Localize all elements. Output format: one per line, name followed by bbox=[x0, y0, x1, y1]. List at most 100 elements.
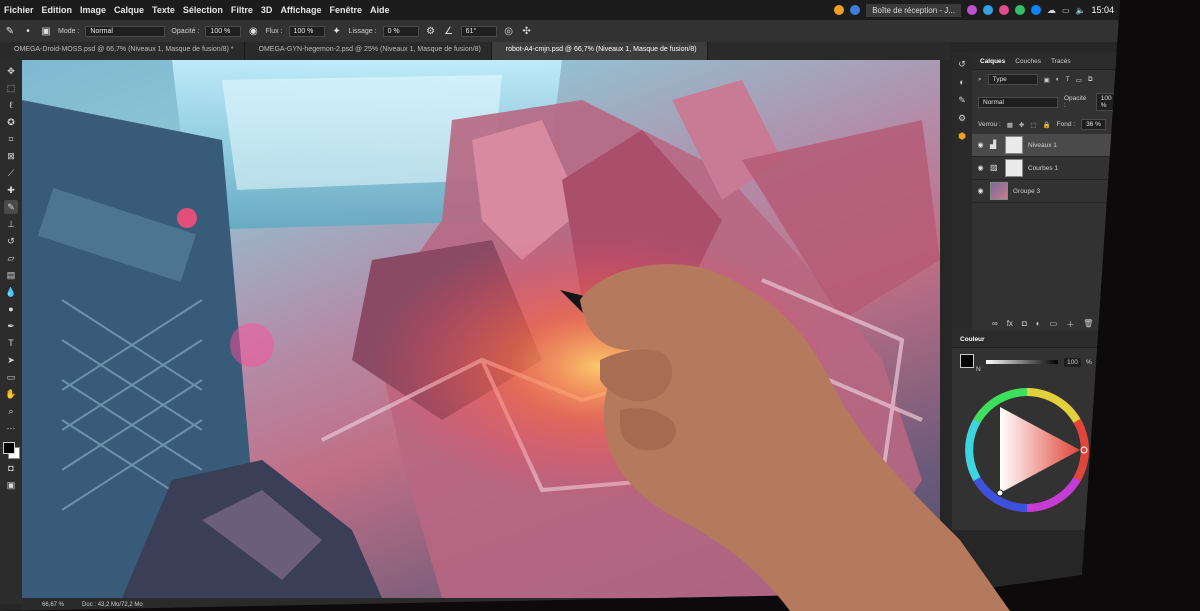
color-swatches[interactable] bbox=[3, 442, 20, 459]
filter-shape-icon[interactable]: ▭ bbox=[1076, 76, 1082, 84]
layer-row[interactable]: ◉ ▟ Niveaux 1 bbox=[972, 134, 1120, 157]
brush-icon[interactable]: ✎ bbox=[4, 25, 16, 37]
layer-thumbnail[interactable] bbox=[990, 182, 1008, 200]
quick-mask-icon[interactable]: ◘ bbox=[4, 461, 18, 475]
menu-selection[interactable]: Sélection bbox=[179, 5, 227, 15]
monitor-icon[interactable]: ▭ bbox=[1062, 6, 1070, 15]
layer-fill-field[interactable]: 36 % bbox=[1081, 119, 1106, 130]
menu-filtre[interactable]: Filtre bbox=[227, 5, 257, 15]
properties-panel-icon[interactable]: ⚙ bbox=[956, 112, 968, 124]
more-tools-icon[interactable]: ⋯ bbox=[4, 421, 18, 435]
document-canvas[interactable] bbox=[22, 60, 940, 598]
filter-pixel-icon[interactable]: ▣ bbox=[1044, 76, 1050, 84]
new-layer-icon[interactable]: ＋ bbox=[1066, 319, 1074, 330]
new-group-icon[interactable]: ▭ bbox=[1050, 319, 1058, 330]
layer-name[interactable]: Groupe 3 bbox=[1013, 188, 1040, 195]
flow-field[interactable]: 100 % bbox=[288, 25, 325, 37]
opacity-field[interactable]: 100 % bbox=[205, 25, 242, 37]
fx-icon[interactable]: fx bbox=[1007, 319, 1013, 330]
lock-position-icon[interactable]: ✥ bbox=[1019, 121, 1024, 129]
tab-couleur[interactable]: Couleur bbox=[960, 336, 985, 343]
move-tool-icon[interactable]: ✥ bbox=[4, 64, 18, 78]
smoothing-field[interactable]: 0 % bbox=[382, 25, 419, 37]
layer-filter-select[interactable]: Type bbox=[987, 74, 1038, 85]
visibility-eye-icon[interactable]: ◉ bbox=[976, 164, 985, 172]
menu-fenetre[interactable]: Fenêtre bbox=[325, 5, 366, 15]
visibility-eye-icon[interactable]: ◉ bbox=[976, 187, 985, 195]
blend-mode-select[interactable]: Normal bbox=[978, 96, 1058, 108]
app-icon[interactable] bbox=[998, 5, 1009, 15]
brush-preset-icon[interactable]: • bbox=[22, 25, 34, 37]
eraser-tool-icon[interactable]: ▱ bbox=[4, 251, 18, 265]
brush-tool-icon[interactable]: ✎ bbox=[4, 200, 18, 214]
layer-mask-thumbnail[interactable] bbox=[1005, 159, 1023, 177]
eyedropper-tool-icon[interactable]: ⟋ bbox=[4, 166, 18, 180]
tab-traces[interactable]: Tracés bbox=[1051, 58, 1071, 65]
layer-name[interactable]: Courbes 1 bbox=[1028, 165, 1058, 172]
speaker-icon[interactable]: 🔈 bbox=[1076, 6, 1086, 15]
cloud-icon[interactable]: ☁ bbox=[1047, 5, 1056, 16]
frame-tool-icon[interactable]: ⊠ bbox=[4, 149, 18, 163]
foreground-color-swatch[interactable] bbox=[3, 442, 15, 454]
path-select-tool-icon[interactable]: ➤ bbox=[4, 353, 18, 367]
taskbar-clock[interactable]: 15:04 bbox=[1091, 5, 1114, 15]
angle-field[interactable]: 61° bbox=[460, 25, 497, 37]
black-slider[interactable] bbox=[986, 360, 1058, 364]
color-fg-swatch[interactable] bbox=[960, 354, 974, 368]
lock-all-icon[interactable]: 🔒 bbox=[1043, 121, 1051, 129]
menu-texte[interactable]: Texte bbox=[148, 5, 179, 15]
add-mask-icon[interactable]: ◘ bbox=[1022, 319, 1027, 330]
saturation-triangle[interactable] bbox=[1000, 407, 1080, 493]
symmetry-icon[interactable]: ✣ bbox=[521, 25, 533, 37]
gradient-tool-icon[interactable]: ▤ bbox=[4, 268, 18, 282]
menu-image[interactable]: Image bbox=[76, 5, 110, 15]
lock-artboard-icon[interactable]: ⬚ bbox=[1030, 121, 1036, 129]
gear-icon[interactable]: ⚙ bbox=[425, 25, 437, 37]
plugin-panel-icon[interactable]: ⬢ bbox=[956, 130, 968, 142]
menu-affichage[interactable]: Affichage bbox=[276, 5, 325, 15]
shape-tool-icon[interactable]: ▭ bbox=[4, 370, 18, 384]
hue-ring[interactable] bbox=[962, 385, 1092, 515]
menu-edition[interactable]: Edition bbox=[38, 5, 77, 15]
app-icon[interactable] bbox=[850, 5, 861, 15]
zoom-tool-icon[interactable]: ⌕ bbox=[4, 404, 18, 418]
layer-mask-thumbnail[interactable] bbox=[1005, 136, 1023, 154]
color-wheel[interactable] bbox=[962, 385, 1092, 515]
screen-mode-icon[interactable]: ▣ bbox=[4, 478, 18, 492]
pressure-opacity-icon[interactable]: ◉ bbox=[247, 25, 259, 37]
hand-tool-icon[interactable]: ✋ bbox=[4, 387, 18, 401]
filter-type-icon[interactable]: T bbox=[1066, 76, 1070, 83]
marquee-tool-icon[interactable]: ⬚ bbox=[4, 81, 18, 95]
layer-row[interactable]: ◉ Groupe 3 bbox=[972, 180, 1120, 203]
stamp-tool-icon[interactable]: ⊥ bbox=[4, 217, 18, 231]
adjustments-panel-icon[interactable]: ◐ bbox=[956, 76, 968, 88]
app-icon[interactable] bbox=[1030, 5, 1041, 15]
airbrush-icon[interactable]: ✦ bbox=[331, 25, 343, 37]
brush-settings-panel-icon[interactable]: ✎ bbox=[956, 94, 968, 106]
menu-calque[interactable]: Calque bbox=[110, 5, 148, 15]
history-brush-tool-icon[interactable]: ↺ bbox=[4, 234, 18, 248]
quick-select-tool-icon[interactable]: ✪ bbox=[4, 115, 18, 129]
filter-adjust-icon[interactable]: ◐ bbox=[1056, 76, 1060, 83]
new-adjustment-icon[interactable]: ◐ bbox=[1036, 319, 1041, 330]
menu-3d[interactable]: 3D bbox=[257, 5, 277, 15]
mode-select[interactable]: Normal bbox=[85, 25, 166, 37]
lasso-tool-icon[interactable]: ℓ bbox=[4, 98, 18, 112]
tab-omega-gyn[interactable]: OMEGA-GYN-hegemon-2.psd @ 25% (Niveaux 1… bbox=[245, 42, 492, 60]
delete-layer-icon[interactable]: 🗑 bbox=[1083, 319, 1093, 330]
brush-panel-icon[interactable]: ▣ bbox=[40, 25, 52, 37]
layer-name[interactable]: Niveaux 1 bbox=[1028, 142, 1057, 149]
visibility-eye-icon[interactable]: ◉ bbox=[976, 141, 985, 149]
type-tool-icon[interactable]: T bbox=[4, 336, 18, 350]
pressure-size-icon[interactable]: ◎ bbox=[503, 25, 515, 37]
healing-tool-icon[interactable]: ✚ bbox=[4, 183, 18, 197]
tab-robot-a4[interactable]: robot-A4-cmjn.psd @ 66,7% (Niveaux 1, Ma… bbox=[491, 42, 708, 60]
tab-calques[interactable]: Calques bbox=[980, 58, 1005, 65]
lock-pixels-icon[interactable]: ▦ bbox=[1007, 121, 1013, 129]
layer-row[interactable]: ◉ ▨ Courbes 1 bbox=[972, 157, 1120, 180]
pen-tool-icon[interactable]: ✒ bbox=[4, 319, 18, 333]
layer-opacity-field[interactable]: 100 % bbox=[1095, 93, 1120, 111]
taskbar-window-mail[interactable]: Boîte de réception - J... bbox=[866, 3, 961, 17]
app-icon[interactable] bbox=[834, 5, 845, 15]
menu-fichier[interactable]: Fichier bbox=[0, 5, 38, 15]
